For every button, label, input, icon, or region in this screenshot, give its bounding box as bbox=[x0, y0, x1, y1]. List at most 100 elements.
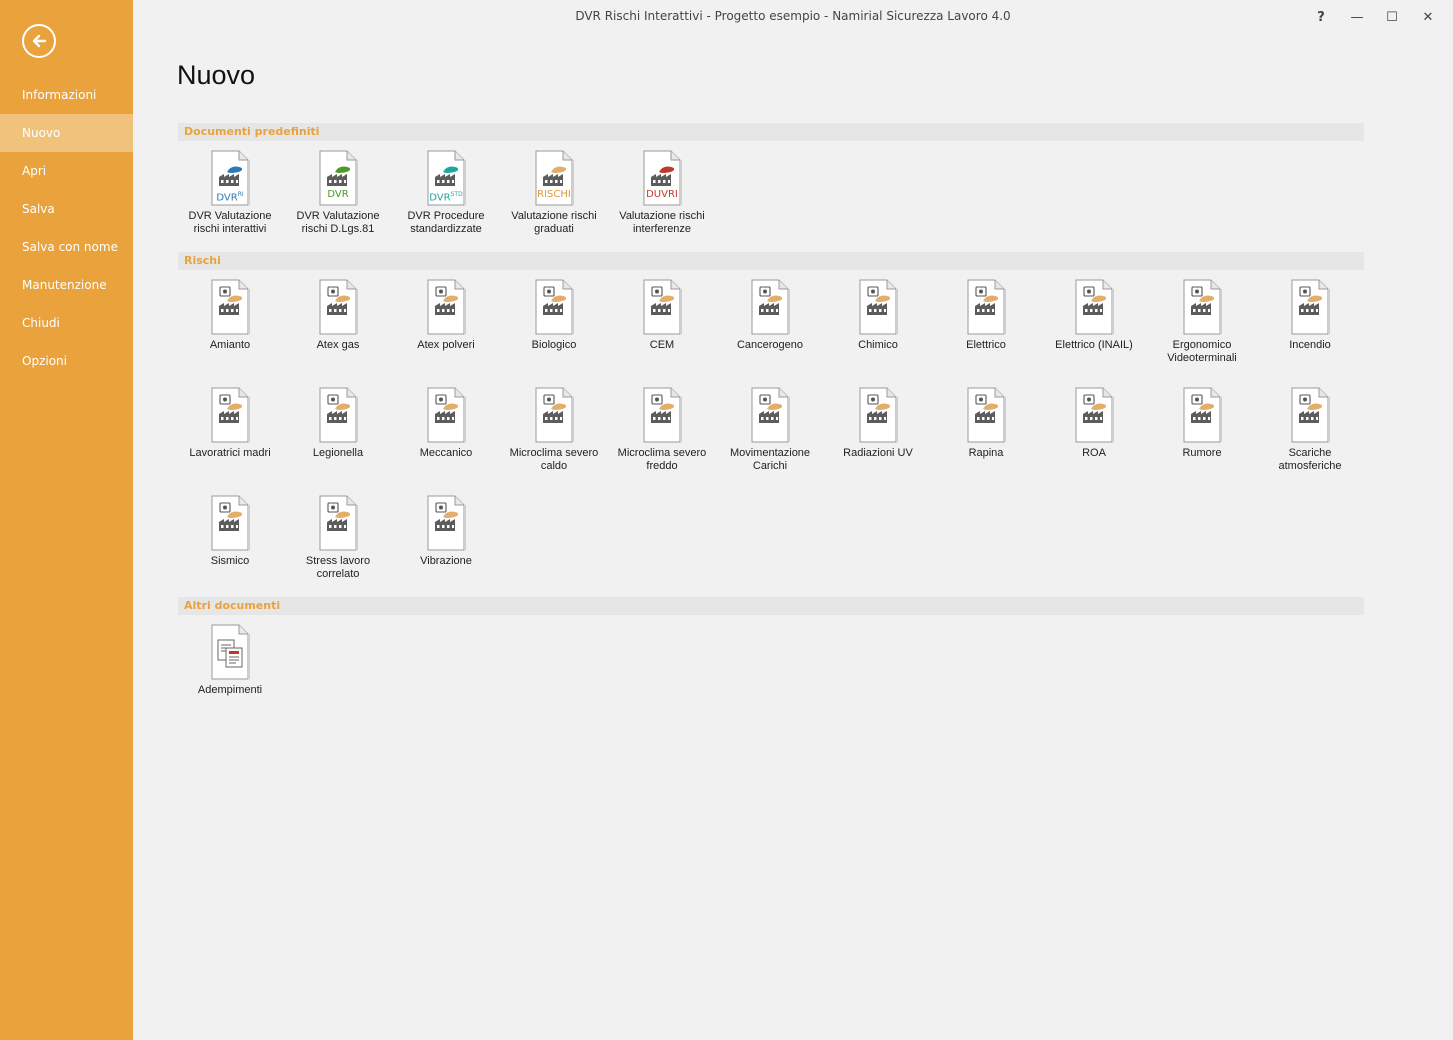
electromagnetic-warning-icon bbox=[642, 279, 682, 335]
risk-tile[interactable]: Scariche atmosferiche bbox=[1256, 387, 1364, 473]
nav-apri[interactable]: Apri bbox=[0, 152, 133, 190]
tile-label: Stress lavoro correlato bbox=[305, 555, 371, 580]
tile-label: DVR Valutazione rischi D.Lgs.81 bbox=[296, 210, 380, 235]
gas-cylinder-icon bbox=[318, 279, 358, 335]
tile-label: Adempimenti bbox=[197, 684, 263, 696]
tile-label: DVR Valutazione rischi interattivi bbox=[188, 210, 272, 235]
ear-icon bbox=[1182, 387, 1222, 443]
bacteria-icon bbox=[318, 387, 358, 443]
biohazard-worker-icon bbox=[534, 279, 574, 335]
risk-tile[interactable]: Atex gas bbox=[284, 279, 392, 352]
risk-tile[interactable]: Vibrazione bbox=[392, 495, 500, 568]
tile-label: Microclima severo freddo bbox=[617, 447, 707, 472]
risk-tile[interactable]: Elettrico bbox=[932, 279, 1040, 352]
tile-label: Cancerogeno bbox=[736, 339, 804, 351]
risk-tile[interactable]: Microclima severo freddo bbox=[608, 387, 716, 473]
snowflake-icon bbox=[642, 387, 682, 443]
tile-label: Sismico bbox=[210, 555, 250, 567]
risk-tile[interactable]: Chimico bbox=[824, 279, 932, 352]
factory-document-icon: RISCHI bbox=[534, 150, 574, 206]
risk-tile[interactable]: ROA bbox=[1040, 387, 1148, 460]
arrow-left-icon bbox=[32, 34, 47, 48]
maximize-button[interactable]: ☐ bbox=[1378, 6, 1406, 28]
tile-label: Legionella bbox=[312, 447, 364, 459]
risk-tile[interactable]: Legionella bbox=[284, 387, 392, 460]
carcinogen-icon bbox=[750, 279, 790, 335]
tile-label: Rapina bbox=[968, 447, 1004, 459]
tile-label: Valutazione rischi graduati bbox=[511, 210, 597, 235]
storm-icon bbox=[1290, 387, 1330, 443]
risk-tile[interactable]: Meccanico bbox=[392, 387, 500, 460]
nav-informazioni[interactable]: Informazioni bbox=[0, 76, 133, 114]
risk-tile[interactable]: Biologico bbox=[500, 279, 608, 352]
nav-nuovo[interactable]: Nuovo bbox=[0, 114, 133, 152]
close-button[interactable]: ✕ bbox=[1414, 6, 1442, 28]
nav-salva[interactable]: Salva bbox=[0, 190, 133, 228]
risk-tile[interactable]: Rapina bbox=[932, 387, 1040, 460]
tile-label: Rumore bbox=[1182, 447, 1222, 459]
tile-label: Valutazione rischi interferenze bbox=[619, 210, 705, 235]
risk-tile[interactable]: Microclima severo caldo bbox=[500, 387, 608, 473]
factory-document-icon: DUVRI bbox=[642, 150, 682, 206]
thermometer-icon bbox=[534, 387, 574, 443]
tile-label: ROA bbox=[1082, 447, 1106, 459]
backstage-nav: Informazioni Nuovo Apri Salva Salva con … bbox=[0, 76, 133, 380]
tile-label: Chimico bbox=[858, 339, 898, 351]
section-header-altri: Altri documenti bbox=[178, 597, 1364, 615]
nav-opzioni[interactable]: Opzioni bbox=[0, 342, 133, 380]
risk-tile[interactable]: Sismico bbox=[176, 495, 284, 568]
gear-icon bbox=[426, 387, 466, 443]
tile-label: Incendio bbox=[1289, 339, 1331, 351]
asbestos-icon bbox=[210, 279, 250, 335]
fire-warning-icon bbox=[1290, 279, 1330, 335]
risk-tile[interactable]: Lavoratrici madri bbox=[176, 387, 284, 460]
risk-tile[interactable]: Rumore bbox=[1148, 387, 1256, 460]
tile-label: Elettrico bbox=[966, 339, 1006, 351]
template-tile[interactable]: DVRRI DVR Valutazione rischi interattivi bbox=[176, 150, 284, 236]
template-tile[interactable]: DVR DVR Valutazione rischi D.Lgs.81 bbox=[284, 150, 392, 236]
risk-tile[interactable]: Stress lavoro correlato bbox=[284, 495, 392, 581]
risk-tile[interactable]: Amianto bbox=[176, 279, 284, 352]
minimize-button[interactable]: — bbox=[1343, 6, 1371, 28]
nav-chiudi[interactable]: Chiudi bbox=[0, 304, 133, 342]
section-header-predefiniti: Documenti predefiniti bbox=[178, 123, 1364, 141]
document-type-tag: DVR bbox=[327, 189, 349, 200]
tile-label: Atex polveri bbox=[417, 339, 475, 351]
lifting-icon bbox=[750, 387, 790, 443]
lightning-icon bbox=[966, 279, 1006, 335]
help-button[interactable]: ? bbox=[1307, 6, 1335, 28]
tile-label: Amianto bbox=[209, 339, 251, 351]
tile-label: Ergonomico Videoterminali bbox=[1167, 339, 1237, 364]
risk-tile[interactable]: Cancerogeno bbox=[716, 279, 824, 352]
risk-tile[interactable]: Atex polveri bbox=[392, 279, 500, 352]
other-document-tile[interactable]: Adempimenti bbox=[176, 624, 284, 697]
risk-tile[interactable]: Elettrico (INAIL) bbox=[1040, 279, 1148, 352]
page-title: Nuovo bbox=[177, 60, 256, 90]
brain-icon bbox=[318, 495, 358, 551]
tile-label: Movimentazione Carichi bbox=[729, 447, 811, 472]
risk-tile[interactable]: Movimentazione Carichi bbox=[716, 387, 824, 473]
risk-tile[interactable]: Radiazioni UV bbox=[824, 387, 932, 460]
nav-salva-con-nome[interactable]: Salva con nome bbox=[0, 228, 133, 266]
back-button[interactable] bbox=[22, 24, 56, 58]
tile-label: Elettrico (INAIL) bbox=[1055, 339, 1133, 351]
risk-tile[interactable]: Incendio bbox=[1256, 279, 1364, 352]
laser-icon bbox=[1074, 387, 1114, 443]
template-tile[interactable]: DUVRI Valutazione rischi interferenze bbox=[608, 150, 716, 236]
vibration-warning-icon bbox=[426, 495, 466, 551]
template-tile[interactable]: DVRSTD DVR Procedure standardizzate bbox=[392, 150, 500, 236]
tile-label: Vibrazione bbox=[420, 555, 472, 567]
tile-label: Radiazioni UV bbox=[843, 447, 913, 459]
risk-tile[interactable]: Ergonomico Videoterminali bbox=[1148, 279, 1256, 365]
tile-label: Biologico bbox=[531, 339, 577, 351]
template-tile[interactable]: RISCHI Valutazione rischi graduati bbox=[500, 150, 608, 236]
factory-document-icon: DVRRI bbox=[210, 150, 250, 206]
nav-manutenzione[interactable]: Manutenzione bbox=[0, 266, 133, 304]
risk-tile[interactable]: CEM bbox=[608, 279, 716, 352]
earthquake-icon bbox=[210, 495, 250, 551]
window-title: DVR Rischi Interattivi - Progetto esempi… bbox=[575, 9, 1011, 23]
uv-icon bbox=[858, 387, 898, 443]
tile-label: Scariche atmosferiche bbox=[1278, 447, 1342, 472]
document-type-tag: RISCHI bbox=[537, 189, 571, 200]
tile-label: DVR Procedure standardizzate bbox=[407, 210, 485, 235]
